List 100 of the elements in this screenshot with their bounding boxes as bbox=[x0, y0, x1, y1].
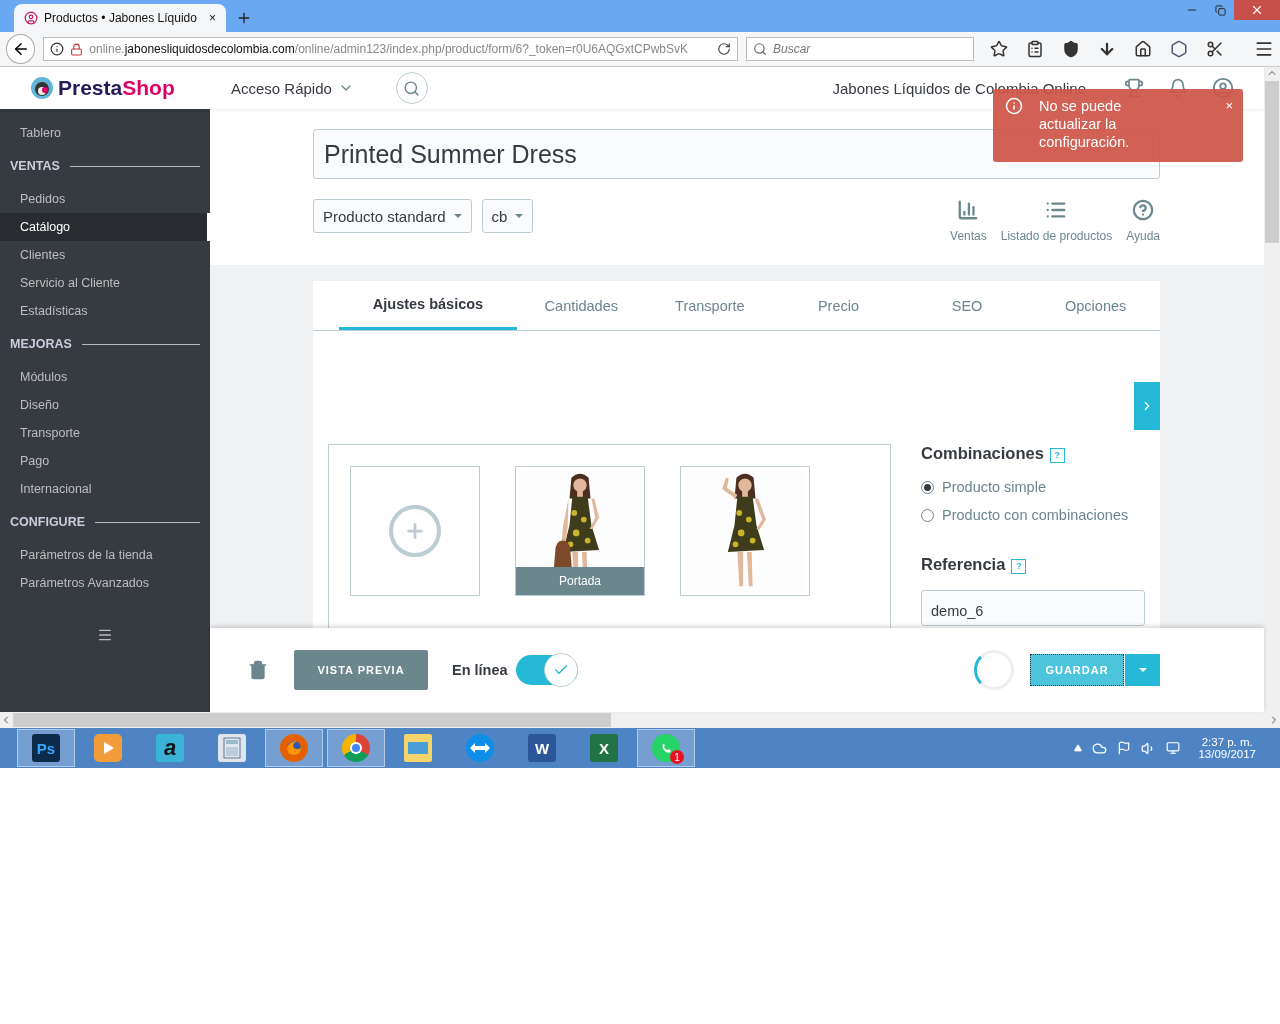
trash-icon[interactable] bbox=[248, 660, 268, 680]
form-tab[interactable]: Ajustes básicos bbox=[339, 281, 517, 330]
whatsapp-icon bbox=[652, 734, 680, 762]
taskbar-app[interactable] bbox=[327, 729, 385, 767]
toolbar-link[interactable]: Listado de productos bbox=[1000, 199, 1113, 243]
sidebar-item[interactable]: Pedidos bbox=[0, 185, 210, 213]
notification-badge: 1 bbox=[670, 750, 684, 764]
photoshop-icon: Ps bbox=[32, 734, 60, 762]
form-tab[interactable]: Transporte bbox=[645, 281, 775, 330]
taskbar-app[interactable]: Ps bbox=[17, 729, 75, 767]
cloud-icon[interactable] bbox=[1092, 740, 1108, 756]
info-icon bbox=[50, 42, 65, 56]
sidebar-section-title: CONFIGURE bbox=[10, 515, 85, 529]
download-icon[interactable] bbox=[1098, 40, 1116, 58]
toolbar-link[interactable]: Ayuda bbox=[1126, 199, 1160, 243]
hexagon-icon[interactable] bbox=[1170, 40, 1188, 58]
form-tab[interactable]: Precio bbox=[774, 281, 903, 330]
url-text: online.jabonesliquidosdecolombia.com/online/admin123/index.php/product/form/6?_token=r0U6AQGxtCPwbSvK bbox=[89, 42, 690, 56]
sidebar-item[interactable]: Diseño bbox=[0, 391, 210, 419]
search-button[interactable] bbox=[395, 72, 428, 104]
search-icon bbox=[753, 42, 767, 56]
form-tab[interactable]: SEO bbox=[902, 281, 1032, 330]
plus-icon bbox=[404, 520, 426, 542]
fox-globe-icon bbox=[280, 734, 308, 762]
close-icon bbox=[1250, 3, 1264, 17]
scroll-thumb[interactable] bbox=[1265, 81, 1279, 243]
loading-spinner bbox=[974, 650, 1014, 690]
chrome-icon bbox=[342, 734, 370, 762]
address-bar[interactable]: online.jabonesliquidosdecolombia.com/online/admin123/index.php/product/form/6?_token=r0U6AQGxtCPwbSvK bbox=[43, 37, 738, 61]
toolbar-link[interactable]: Ventas bbox=[950, 199, 987, 243]
sidebar-item[interactable]: Servicio al Cliente bbox=[0, 269, 210, 297]
product-type-dropdown[interactable]: Producto standard bbox=[313, 199, 472, 233]
form-tab[interactable]: Cantidades bbox=[517, 281, 646, 330]
quick-access-menu[interactable]: Acceso Rápido bbox=[225, 78, 360, 98]
calculator-icon bbox=[218, 734, 246, 762]
play-icon bbox=[94, 734, 122, 762]
browser-tab[interactable]: Productos • Jabones Líquido × bbox=[14, 4, 226, 32]
close-tab-button[interactable]: × bbox=[209, 11, 216, 25]
folder-icon bbox=[404, 734, 432, 762]
horizontal-scrollbar[interactable] bbox=[0, 712, 1280, 728]
close-window-button[interactable] bbox=[1234, 0, 1280, 20]
reference-field[interactable]: demo_6 bbox=[921, 590, 1145, 626]
clock[interactable]: 2:37 p. m. 13/09/2017 bbox=[1198, 736, 1256, 760]
taskbar-app[interactable]: W bbox=[513, 729, 571, 767]
sidebar-item[interactable]: Pago bbox=[0, 447, 210, 475]
arrows-icon bbox=[466, 734, 494, 762]
section-title: Combinaciones bbox=[921, 444, 1044, 463]
reload-icon[interactable] bbox=[717, 42, 731, 56]
search-icon bbox=[403, 79, 421, 97]
clock-time: 2:37 p. m. bbox=[1201, 736, 1253, 748]
clock-date: 13/09/2017 bbox=[1198, 748, 1256, 760]
close-button[interactable]: × bbox=[1225, 97, 1233, 113]
show-hidden-icon[interactable] bbox=[1074, 744, 1083, 752]
taskbar-app[interactable]: 1 bbox=[637, 729, 695, 767]
radio-option[interactable]: Producto con combinaciones bbox=[921, 507, 1145, 523]
reading-list-icon[interactable] bbox=[1026, 40, 1044, 58]
sidebar-item[interactable]: Parámetros Avanzados bbox=[0, 569, 210, 597]
image-thumbnail[interactable] bbox=[350, 466, 480, 596]
home-icon[interactable] bbox=[1134, 40, 1152, 58]
script-icon: a bbox=[156, 734, 184, 762]
info-icon bbox=[1005, 97, 1023, 115]
form-tab[interactable]: Opciones bbox=[1031, 281, 1160, 330]
radio-option[interactable]: Producto simple bbox=[921, 479, 1145, 495]
sidebar-item[interactable]: Módulos bbox=[0, 363, 210, 391]
cover-label: Portada bbox=[516, 567, 644, 595]
sidebar-item[interactable]: Tablero bbox=[0, 119, 210, 147]
network-icon[interactable] bbox=[1166, 741, 1181, 755]
new-tab-icon[interactable] bbox=[236, 10, 252, 26]
online-label: En línea bbox=[452, 662, 508, 678]
search-field[interactable]: Buscar bbox=[746, 37, 974, 61]
menu-icon[interactable] bbox=[97, 627, 113, 643]
scissors-icon[interactable] bbox=[1206, 40, 1224, 58]
sidebar-item[interactable]: Catálogo bbox=[0, 213, 210, 241]
excel-icon: X bbox=[590, 734, 618, 762]
online-toggle[interactable] bbox=[515, 655, 578, 685]
scroll-thumb[interactable] bbox=[13, 713, 611, 727]
sidebar-item[interactable]: Clientes bbox=[0, 241, 210, 269]
flag-icon[interactable] bbox=[1117, 741, 1132, 755]
image-thumbnail[interactable]: Portada bbox=[515, 466, 645, 596]
tab-title: Productos • Jabones Líquido bbox=[44, 11, 198, 25]
sidebar-item[interactable]: Internacional bbox=[0, 475, 210, 503]
language-dropdown[interactable]: cb bbox=[481, 199, 534, 233]
star-icon[interactable] bbox=[990, 40, 1008, 58]
sidebar-item[interactable]: Estadísticas bbox=[0, 297, 210, 325]
taskbar-app[interactable]: a bbox=[141, 729, 199, 767]
back-button[interactable] bbox=[6, 34, 36, 64]
preview-button[interactable]: VISTA PREVIA bbox=[294, 650, 428, 690]
word-icon: W bbox=[528, 734, 556, 762]
prestashop-logo[interactable]: PrestaShop bbox=[0, 76, 210, 100]
sidebar-item[interactable]: Transporte bbox=[0, 419, 210, 447]
taskbar-app[interactable] bbox=[265, 729, 323, 767]
menu-icon[interactable] bbox=[1254, 39, 1274, 59]
sidebar-item[interactable]: Parámetros de la tienda bbox=[0, 541, 210, 569]
taskbar-app[interactable]: X bbox=[575, 729, 633, 767]
save-options-button[interactable] bbox=[1124, 654, 1160, 686]
insecure-lock-icon bbox=[70, 42, 84, 56]
sidebar-section-title: VENTAS bbox=[10, 159, 60, 173]
restore-icon bbox=[1214, 4, 1226, 16]
section-title: Referencia bbox=[921, 555, 1006, 574]
help-icon bbox=[1132, 199, 1155, 221]
